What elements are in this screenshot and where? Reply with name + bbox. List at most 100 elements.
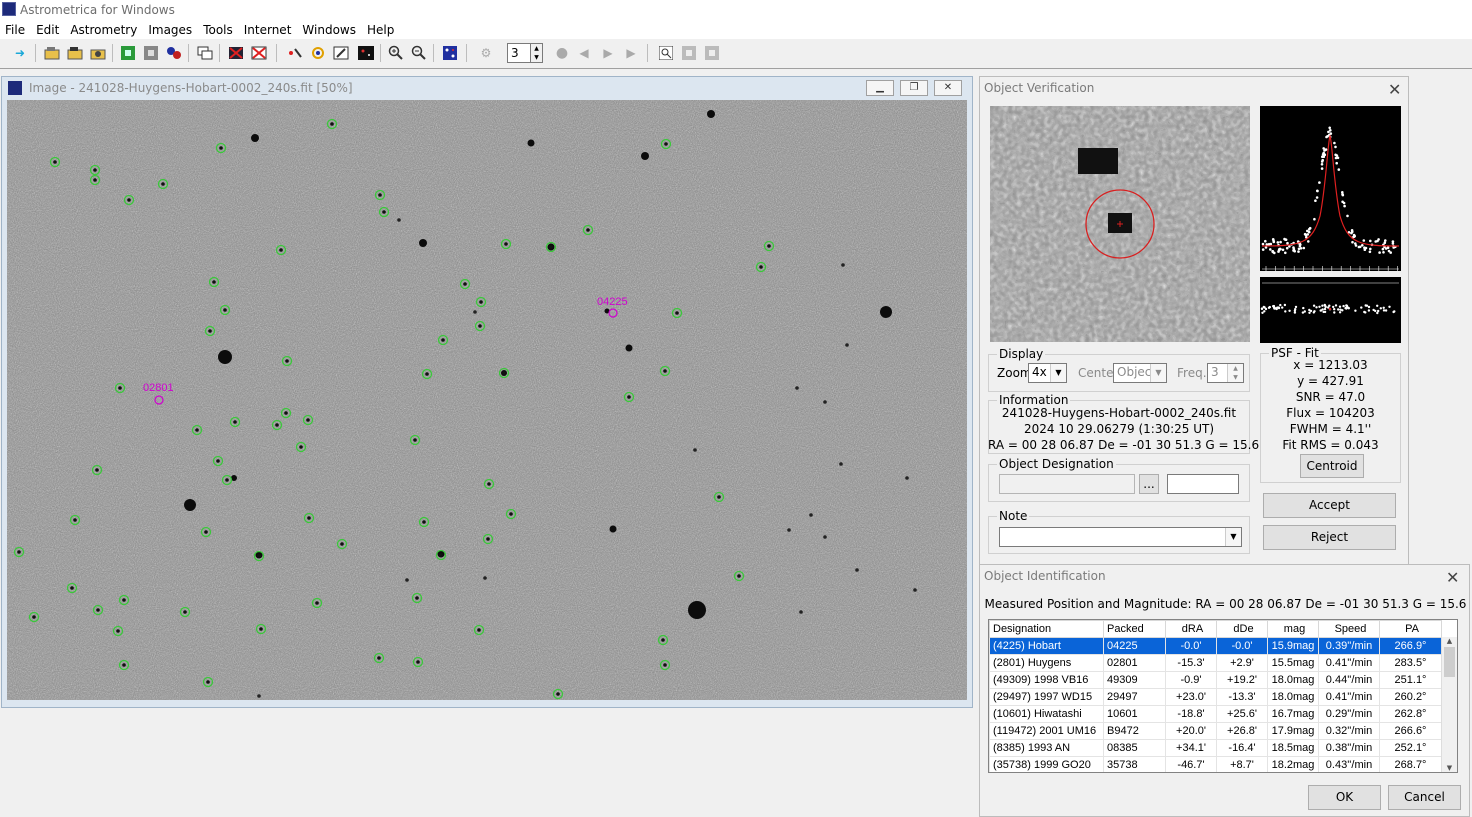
menu-windows[interactable]: Windows bbox=[297, 20, 362, 37]
table-cell: 04225 bbox=[1103, 637, 1166, 655]
col-designation[interactable]: Designation bbox=[989, 620, 1104, 638]
table-row[interactable]: (119472) 2001 UM16 B9472 +20.0' +26.8' 17.9m… bbox=[989, 722, 1442, 740]
reject-button[interactable]: Reject bbox=[1263, 525, 1396, 550]
menu-tools[interactable]: Tools bbox=[198, 20, 239, 37]
load-dark-icon[interactable] bbox=[65, 43, 85, 63]
table-row[interactable]: (2801) Huygens 02801 -15.3' +2.9' 15.5mag 0.4… bbox=[989, 654, 1442, 672]
col-pa[interactable]: PA bbox=[1379, 620, 1442, 638]
aperture-icon[interactable] bbox=[308, 43, 328, 63]
psf-data-point bbox=[1306, 233, 1309, 236]
restore-button[interactable]: ❐ bbox=[900, 80, 928, 96]
menu-help[interactable]: Help bbox=[362, 20, 400, 37]
table-cell: 18.0mag bbox=[1267, 688, 1319, 706]
table-cell: +8.7' bbox=[1216, 756, 1268, 772]
star bbox=[17, 550, 21, 554]
table-row[interactable]: (4225) Hobart 04225 -0.0' -0.0' 15.9mag 0.39'… bbox=[989, 637, 1442, 655]
edit-icon[interactable] bbox=[331, 43, 351, 63]
psf-data-point bbox=[1346, 214, 1349, 218]
ok-button[interactable]: OK bbox=[1308, 785, 1381, 810]
col-dde[interactable]: dDe bbox=[1216, 620, 1268, 638]
psf-data-point bbox=[1329, 132, 1333, 135]
close-icon[interactable]: ✕ bbox=[1388, 80, 1401, 99]
star-field-image[interactable]: 04225 02801 bbox=[7, 100, 967, 700]
col-speed[interactable]: Speed bbox=[1318, 620, 1380, 638]
star bbox=[483, 576, 487, 580]
frame-spin-arrows[interactable]: ▲ ▼ bbox=[530, 44, 542, 62]
table-row[interactable]: (35738) 1999 GO20 35738 -46.7' +8.7' 18.2mag… bbox=[989, 756, 1442, 772]
zoom-out-icon[interactable] bbox=[409, 43, 429, 63]
designation-suffix-field[interactable] bbox=[1167, 474, 1239, 494]
star bbox=[609, 525, 617, 533]
chevron-down-icon[interactable]: ▼ bbox=[1050, 364, 1066, 382]
chevron-down-icon[interactable]: ▼ bbox=[1225, 528, 1241, 546]
settings-icon[interactable] bbox=[440, 43, 460, 63]
center-select[interactable]: Object ▼ bbox=[1113, 363, 1167, 383]
close-icon[interactable]: ✕ bbox=[1446, 568, 1459, 587]
known-objects-icon[interactable] bbox=[164, 43, 184, 63]
residuals-icon[interactable] bbox=[702, 43, 722, 63]
col-mag[interactable]: mag bbox=[1267, 620, 1319, 638]
table-cell: 18.2mag bbox=[1267, 756, 1319, 772]
cancel-button[interactable]: Cancel bbox=[1388, 785, 1461, 810]
star bbox=[219, 146, 223, 150]
freq-stepper[interactable]: 3 ▲ ▼ bbox=[1207, 363, 1244, 383]
close-window-button[interactable]: ✕ bbox=[934, 80, 962, 96]
load-flat-icon[interactable] bbox=[88, 43, 108, 63]
frame-number-stepper[interactable]: 3 ▲ ▼ bbox=[507, 43, 543, 63]
note-select[interactable]: ▼ bbox=[999, 527, 1242, 547]
psf-data-point bbox=[1318, 181, 1321, 184]
table-cell: 15.5mag bbox=[1267, 654, 1319, 672]
scroll-thumb[interactable] bbox=[1444, 647, 1455, 677]
star bbox=[122, 663, 126, 667]
connect-icon[interactable]: ➜ bbox=[10, 43, 30, 63]
scroll-down-icon[interactable]: ▼ bbox=[1442, 764, 1457, 772]
object-check-icon[interactable] bbox=[679, 43, 699, 63]
delete-marks-icon[interactable] bbox=[226, 43, 246, 63]
load-images-icon[interactable] bbox=[42, 43, 62, 63]
blink-icon[interactable] bbox=[141, 43, 161, 63]
image-display-icon[interactable] bbox=[656, 43, 676, 63]
table-row[interactable]: (29497) 1997 WD15 29497 +23.0' -13.3' 18.0ma… bbox=[989, 688, 1442, 706]
zoom-select[interactable]: 4x ▼ bbox=[1028, 363, 1067, 383]
spin-arrows-icon[interactable]: ▲ ▼ bbox=[1227, 364, 1243, 382]
col-dra[interactable]: dRA bbox=[1165, 620, 1217, 638]
menu-images[interactable]: Images bbox=[143, 20, 198, 37]
table-row[interactable]: (49309) 1998 VB16 49309 -0.9' +19.2' 18.0mag… bbox=[989, 671, 1442, 689]
designation-field[interactable] bbox=[999, 474, 1135, 494]
browse-button[interactable]: ... bbox=[1139, 474, 1159, 494]
table-row[interactable]: (8385) 1993 AN 08385 +34.1' -16.4' 18.5mag 0.… bbox=[989, 739, 1442, 757]
star bbox=[473, 310, 477, 314]
table-scrollbar[interactable]: ▲ ▼ bbox=[1441, 637, 1457, 772]
scroll-up-icon[interactable]: ▲ bbox=[1442, 637, 1457, 645]
minimize-button[interactable]: ▁ bbox=[866, 80, 894, 96]
track-and-stack-icon[interactable]: ⚙ bbox=[476, 43, 496, 63]
col-packed[interactable]: Packed bbox=[1103, 620, 1166, 638]
star bbox=[257, 694, 261, 698]
psf-data-point bbox=[1392, 246, 1395, 249]
accept-button[interactable]: Accept bbox=[1263, 493, 1396, 518]
delete-all-icon[interactable] bbox=[249, 43, 269, 63]
psf-data-point bbox=[1320, 163, 1324, 166]
psf-snr: SNR = 47.0 bbox=[1295, 390, 1366, 404]
identification-table[interactable]: Designation Packed dRA dDe mag Speed PA … bbox=[988, 619, 1458, 773]
menu-internet[interactable]: Internet bbox=[239, 20, 298, 37]
image-icon[interactable] bbox=[356, 43, 376, 63]
star bbox=[759, 265, 763, 269]
table-cell: 10601 bbox=[1103, 705, 1166, 723]
table-cell: 08385 bbox=[1103, 739, 1166, 757]
data-reduction-icon[interactable] bbox=[118, 43, 138, 63]
stack-icon[interactable] bbox=[195, 43, 215, 63]
star-field-canvas[interactable]: 04225 02801 bbox=[7, 100, 967, 700]
menu-astrometry[interactable]: Astrometry bbox=[65, 20, 143, 37]
last-frame-icon[interactable]: ▶ bbox=[621, 43, 641, 63]
centroid-button[interactable]: Centroid bbox=[1300, 454, 1364, 478]
next-frame-icon[interactable]: ▶ bbox=[598, 43, 618, 63]
play-all-icon[interactable]: ● bbox=[552, 43, 572, 63]
table-row[interactable]: (10601) Hiwatashi 10601 -18.8' +25.6' 16.7ma… bbox=[989, 705, 1442, 723]
previous-frame-icon[interactable]: ◀ bbox=[574, 43, 594, 63]
moving-object-icon[interactable] bbox=[285, 43, 305, 63]
chevron-down-icon[interactable]: ▼ bbox=[1150, 364, 1166, 382]
zoom-in-icon[interactable] bbox=[386, 43, 406, 63]
menu-edit[interactable]: Edit bbox=[31, 20, 65, 37]
menu-file[interactable]: File bbox=[0, 20, 31, 37]
